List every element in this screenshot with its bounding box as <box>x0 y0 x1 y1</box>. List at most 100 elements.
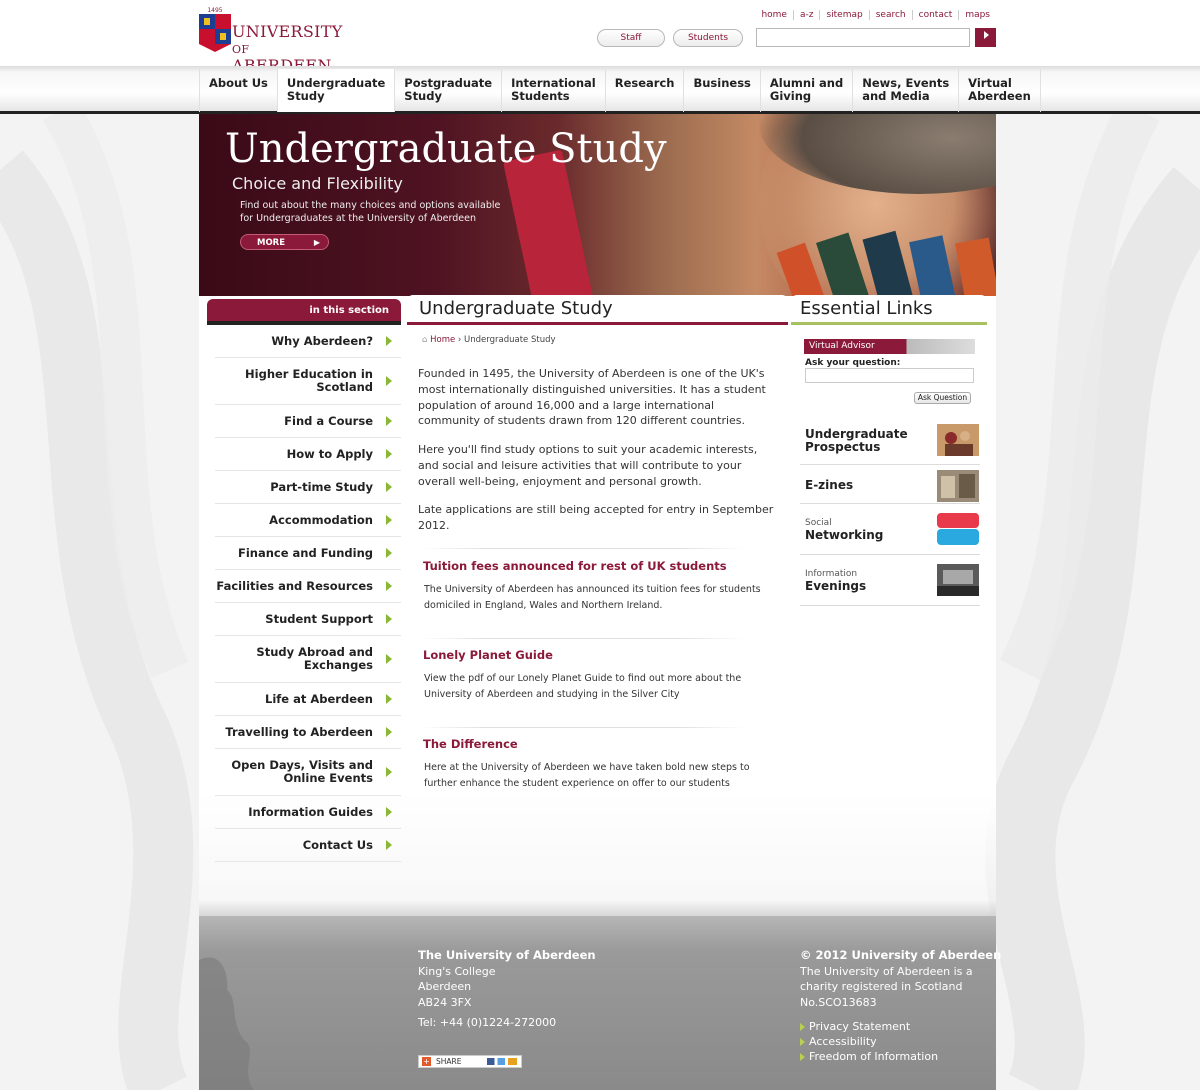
divider <box>420 548 745 549</box>
breadcrumb-home[interactable]: Home <box>430 335 455 345</box>
section-nav-student-support[interactable]: Student Support <box>215 603 401 636</box>
section-nav-label: Travelling to Aberdeen <box>225 725 373 739</box>
section-nav-heading: in this section <box>207 299 401 321</box>
essential-link-social-networking[interactable]: Social Networking <box>800 505 980 555</box>
nav-label: Aberdeen <box>968 89 1031 103</box>
footer-link-privacy[interactable]: Privacy Statement <box>800 1019 938 1034</box>
footer-copyright: © 2012 University of Aberdeen The Univer… <box>800 948 1001 1010</box>
top-link-sitemap[interactable]: sitemap <box>819 10 869 20</box>
section-nav-information-guides[interactable]: Information Guides <box>215 796 401 829</box>
nav-undergraduate-study[interactable]: Undergraduate Study <box>276 69 395 112</box>
essential-link-prospectus[interactable]: Undergraduate Prospectus <box>800 420 980 465</box>
news-title-the-difference[interactable]: The Difference <box>423 737 518 751</box>
footer-address: The University of Aberdeen King's Colleg… <box>418 948 596 1031</box>
plus-icon: + <box>422 1057 431 1066</box>
green-arrow-icon <box>386 807 392 817</box>
section-nav-travelling[interactable]: Travelling to Aberdeen <box>215 716 401 749</box>
intro-paragraph: Founded in 1495, the University of Aberd… <box>418 367 766 428</box>
hero-subtitle: Choice and Flexibility <box>232 174 403 193</box>
logo-year: 1495 <box>207 7 222 14</box>
section-nav-label: Why Aberdeen? <box>271 334 373 348</box>
nav-about-us[interactable]: About Us <box>199 69 277 112</box>
nav-research[interactable]: Research <box>604 69 684 112</box>
section-nav: Why Aberdeen? Higher Education in Scotlan… <box>215 325 401 862</box>
top-link-contact[interactable]: contact <box>911 10 959 20</box>
students-button[interactable]: Students <box>673 29 743 47</box>
staff-button[interactable]: Staff <box>597 29 665 47</box>
footer-link-accessibility[interactable]: Accessibility <box>800 1034 938 1049</box>
essential-link-ezines[interactable]: E-zines <box>800 466 980 504</box>
green-arrow-icon <box>386 581 392 591</box>
divider <box>420 638 745 639</box>
green-arrow-icon <box>386 416 392 426</box>
section-nav-higher-education[interactable]: Higher Education in Scotland <box>215 358 401 405</box>
virtual-advisor-label: Ask your question: <box>805 358 901 368</box>
footer-charity-line: No.SCO13683 <box>800 995 877 1009</box>
play-arrow-icon: ▶ <box>313 238 320 247</box>
nav-alumni-and-giving[interactable]: Alumni and Giving <box>759 69 852 112</box>
nav-label: Research <box>614 76 675 90</box>
hero-more-button[interactable]: MORE ▶ <box>240 234 329 250</box>
green-arrow-icon <box>386 840 392 850</box>
breadcrumb-current: Undergraduate Study <box>464 335 556 345</box>
more-label: MORE <box>257 238 286 248</box>
top-link-home[interactable]: home <box>755 10 793 20</box>
section-nav-facilities-and-resources[interactable]: Facilities and Resources <box>215 570 401 603</box>
section-nav-finance-and-funding[interactable]: Finance and Funding <box>215 537 401 570</box>
breadcrumb: ⌂ Home › Undergraduate Study <box>422 335 556 345</box>
share-button[interactable]: + SHARE <box>418 1055 522 1068</box>
green-arrow-icon <box>386 482 392 492</box>
section-nav-label: Contact Us <box>302 838 373 852</box>
nav-business[interactable]: Business <box>683 69 759 112</box>
nav-virtual-aberdeen[interactable]: Virtual Aberdeen <box>958 69 1041 112</box>
footer-link-foi[interactable]: Freedom of Information <box>800 1049 938 1064</box>
green-arrow-icon <box>386 694 392 704</box>
home-icon: ⌂ <box>422 335 428 345</box>
news-title-lonely-planet[interactable]: Lonely Planet Guide <box>423 648 553 662</box>
section-nav-label: Accommodation <box>269 513 373 527</box>
top-link-a-z[interactable]: a-z <box>792 10 820 20</box>
ask-question-button[interactable]: Ask Question <box>914 392 971 404</box>
section-nav-why-aberdeen[interactable]: Why Aberdeen? <box>215 325 401 358</box>
green-arrow-icon <box>386 449 392 459</box>
hero-banner: Undergraduate Study Choice and Flexibili… <box>199 114 996 296</box>
footer-charity-line: The University of Aberdeen is a <box>800 964 973 978</box>
university-logo[interactable]: 1495 UNIVERSITY OF ABERDEEN <box>198 6 342 74</box>
section-nav-how-to-apply[interactable]: How to Apply <box>215 438 401 471</box>
footer-copyright-line: © 2012 University of Aberdeen <box>800 948 1002 962</box>
search-input[interactable] <box>756 28 970 47</box>
arrow-right-icon <box>983 31 989 39</box>
top-link-search[interactable]: search <box>868 10 912 20</box>
hero-description-line: for Undergraduates at the University of … <box>240 213 476 224</box>
section-nav-find-a-course[interactable]: Find a Course <box>215 405 401 438</box>
nav-postgraduate-study[interactable]: Postgraduate Study <box>394 69 501 112</box>
section-nav-life-at-aberdeen[interactable]: Life at Aberdeen <box>215 683 401 716</box>
nav-international-students[interactable]: International Students <box>501 69 605 112</box>
virtual-advisor-input[interactable] <box>805 368 974 383</box>
section-nav-accommodation[interactable]: Accommodation <box>215 504 401 537</box>
share-label: SHARE <box>436 1057 462 1066</box>
section-nav-label: Finance and Funding <box>238 546 373 560</box>
social-networking-thumbnail <box>937 513 979 545</box>
news-body-tuition-fees: The University of Aberdeen has announced… <box>424 584 761 611</box>
nav-news-events-media[interactable]: News, Events and Media <box>852 69 958 112</box>
green-arrow-icon <box>386 767 392 777</box>
essential-links-heading: Essential Links <box>791 295 987 325</box>
site-header: 1495 UNIVERSITY OF ABERDEEN homea-zsitem… <box>0 0 1200 74</box>
hero-description: Find out about the many choices and opti… <box>240 199 510 225</box>
section-nav-open-days[interactable]: Open Days, Visits and Online Events <box>215 749 401 796</box>
top-link-maps[interactable]: maps <box>958 10 996 20</box>
divider <box>420 727 745 728</box>
section-nav-label: Scotland <box>316 380 373 394</box>
page-title: Undergraduate Study <box>407 295 788 325</box>
section-nav-contact-us[interactable]: Contact Us <box>215 829 401 862</box>
footer-links: Privacy Statement Accessibility Freedom … <box>800 1019 938 1064</box>
section-nav-part-time-study[interactable]: Part-time Study <box>215 471 401 504</box>
section-nav-study-abroad[interactable]: Study Abroad and Exchanges <box>215 636 401 683</box>
nav-label: Study <box>286 89 325 103</box>
news-title-tuition-fees[interactable]: Tuition fees announced for rest of UK st… <box>423 559 727 573</box>
essential-link-information-evenings[interactable]: Information Evenings <box>800 556 980 606</box>
search-button[interactable] <box>975 28 996 47</box>
section-nav-label: How to Apply <box>286 447 373 461</box>
options-paragraph: Here you'll find study options to suit y… <box>418 443 758 488</box>
